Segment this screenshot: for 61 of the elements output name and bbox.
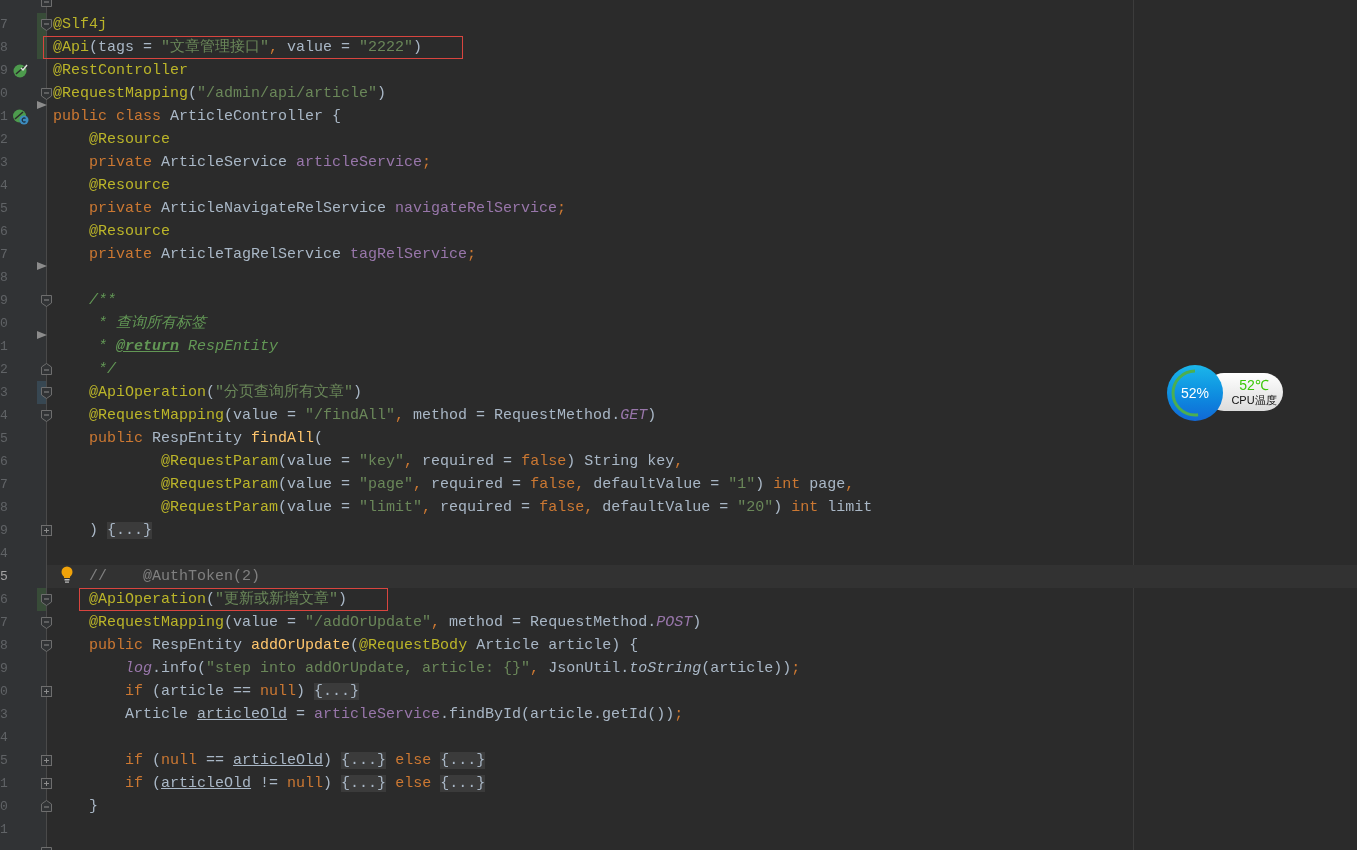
change-marker[interactable] bbox=[37, 36, 46, 59]
code-line: if (article == null) {...} bbox=[125, 682, 360, 702]
temperature-label: CPU温度 bbox=[1231, 393, 1277, 407]
fold-icon[interactable] bbox=[41, 88, 52, 100]
code-line: log.info("step into addOrUpdate, article: {}", JsonUtil.toString(article)); bbox=[125, 659, 801, 679]
code-line: } bbox=[89, 797, 99, 817]
change-marker[interactable] bbox=[37, 381, 46, 404]
change-marker[interactable] bbox=[37, 588, 46, 611]
fold-icon[interactable] bbox=[41, 410, 52, 422]
code-line: private ArticleNavigateRelService navigateRelService; bbox=[89, 199, 567, 219]
code-line: * 查询所有标签 bbox=[98, 313, 207, 334]
code-line: Article articleOld = articleService.findById(article.getId()); bbox=[125, 705, 684, 725]
temperature-text: 52℃ bbox=[1239, 377, 1269, 393]
triangle-icon[interactable] bbox=[37, 261, 47, 271]
code-line: private ArticleTagRelService tagRelService; bbox=[89, 245, 477, 265]
lightbulb-icon[interactable] bbox=[60, 566, 74, 583]
code-line: @RequestMapping(value = "/addOrUpdate", method = RequestMethod.POST) bbox=[89, 613, 702, 633]
code-line: @RequestParam(value = "key", required = false) String key, bbox=[161, 452, 684, 472]
code-line: public RespEntity addOrUpdate(@RequestBody Article article) { bbox=[89, 636, 639, 656]
code-line: @RestController bbox=[53, 61, 189, 81]
code-line: @ApiOperation("更新或新增文章") bbox=[89, 589, 348, 610]
fold-icon[interactable] bbox=[41, 19, 52, 31]
code-line: @ApiOperation("分页查询所有文章") bbox=[89, 382, 363, 403]
code-line: /** bbox=[89, 291, 117, 311]
code-line: private ArticleService articleService; bbox=[89, 153, 432, 173]
expand-icon[interactable] bbox=[41, 525, 52, 536]
code-line: @Resource bbox=[89, 176, 171, 196]
usage-percent: 52% bbox=[1181, 383, 1209, 403]
code-line: public RespEntity findAll( bbox=[89, 429, 324, 449]
code-line: if (articleOld != null) {...} else {...} bbox=[125, 774, 486, 794]
fold-icon[interactable] bbox=[41, 617, 52, 629]
code-line: // @AuthToken(2) bbox=[89, 567, 261, 587]
code-line: @RequestParam(value = "page", required = false, defaultValue = "1") int page, bbox=[161, 475, 855, 495]
bean-icon[interactable] bbox=[13, 63, 28, 78]
fold-icon[interactable] bbox=[41, 295, 52, 307]
bean-icon[interactable] bbox=[13, 109, 29, 125]
code-line: if (null == articleOld) {...} else {...} bbox=[125, 751, 486, 771]
code-line: @Resource bbox=[89, 222, 171, 242]
fold-icon[interactable] bbox=[41, 594, 52, 606]
line-number: 5 bbox=[0, 568, 8, 586]
code-line: @Api(tags = "文章管理接口", value = "2222") bbox=[53, 37, 423, 58]
fold-icon[interactable] bbox=[41, 800, 52, 812]
fold-icon[interactable] bbox=[41, 387, 52, 399]
code-line: @RequestMapping("/admin/api/article") bbox=[53, 84, 387, 104]
cpu-usage-gauge[interactable]: 52% bbox=[1167, 365, 1223, 421]
expand-icon[interactable] bbox=[41, 686, 52, 697]
code-line: @Resource bbox=[89, 130, 171, 150]
code-line: ) {...} bbox=[89, 521, 153, 541]
expand-icon[interactable] bbox=[41, 778, 52, 789]
code-line: */ bbox=[98, 360, 117, 380]
fold-icon[interactable] bbox=[41, 363, 52, 375]
code-line: public class ArticleController { bbox=[53, 107, 342, 127]
code-line: @Slf4j bbox=[53, 15, 107, 35]
expand-icon[interactable] bbox=[41, 755, 52, 766]
code-line: @RequestMapping(value = "/findAll", method = RequestMethod.GET) bbox=[89, 406, 657, 426]
change-marker[interactable] bbox=[37, 13, 46, 36]
triangle-icon[interactable] bbox=[37, 100, 47, 110]
code-line: @RequestParam(value = "limit", required = false, defaultValue = "20") int limit bbox=[161, 498, 873, 518]
triangle-icon[interactable] bbox=[37, 330, 47, 340]
code-line: * @return RespEntity bbox=[98, 337, 279, 357]
fold-icon[interactable] bbox=[41, 640, 52, 652]
